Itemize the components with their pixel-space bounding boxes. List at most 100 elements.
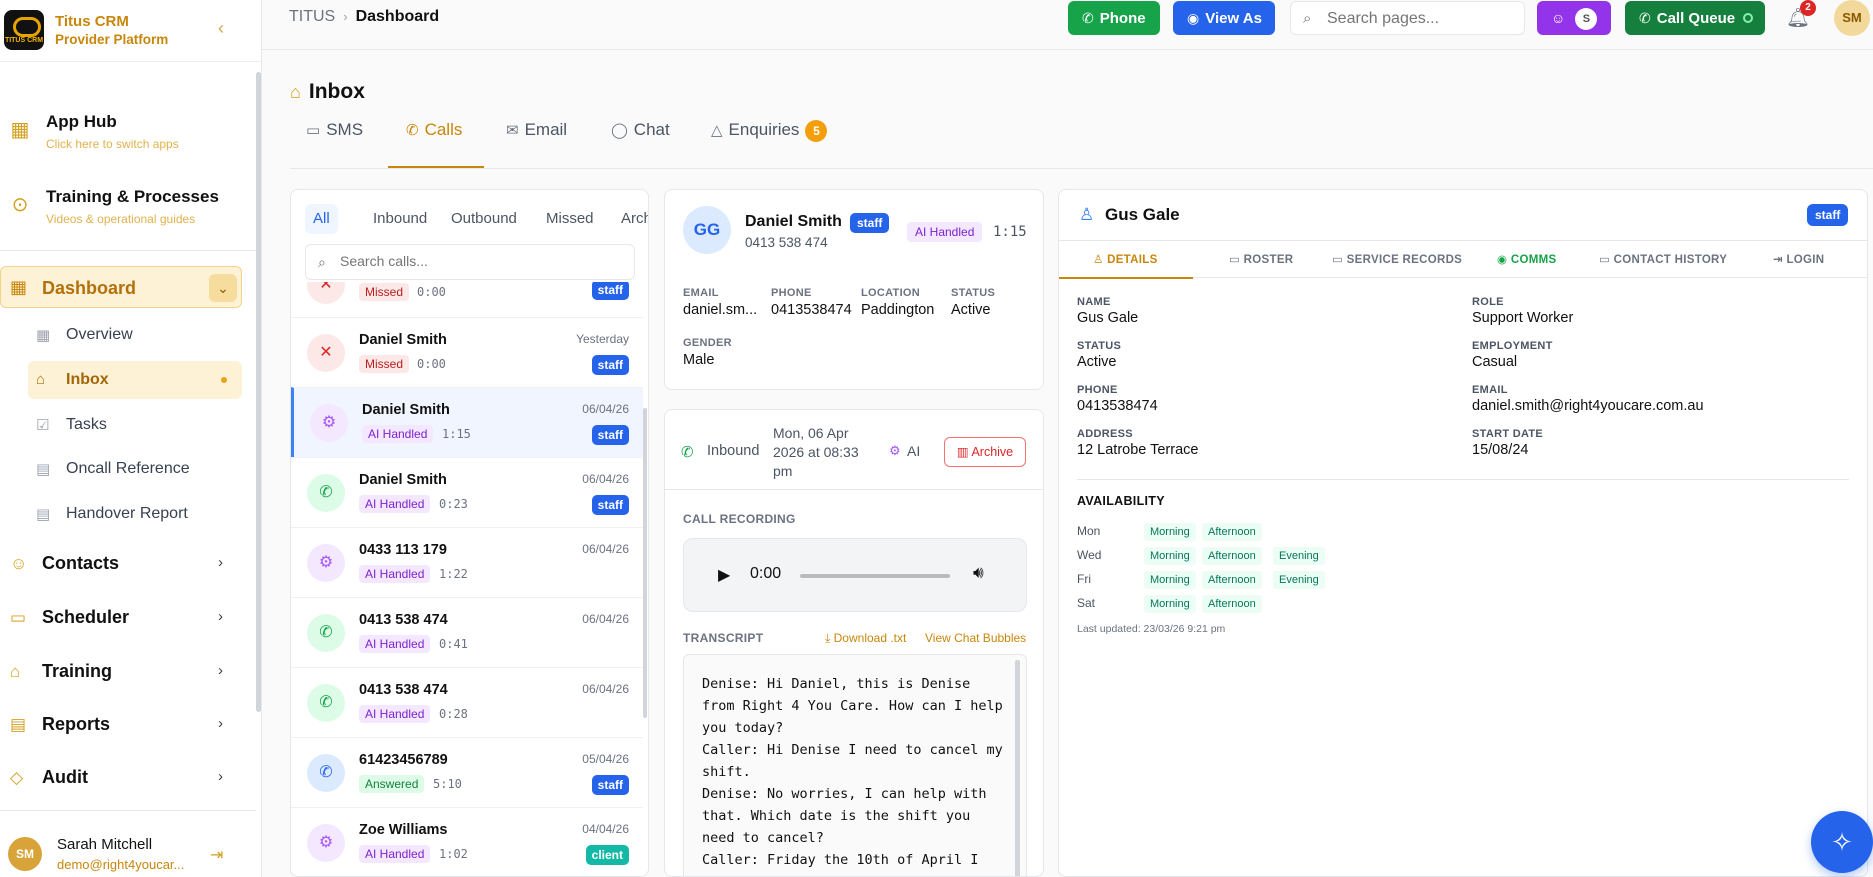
chevron-down-icon[interactable]: ⌄: [209, 274, 237, 302]
sidebar-item-overview[interactable]: ▦ Overview: [28, 316, 242, 354]
alert-icon: △: [711, 122, 723, 139]
transcript-box[interactable]: Denise: Hi Daniel, this is Denise from R…: [683, 654, 1027, 876]
app-hub-item[interactable]: ▦ App Hub Click here to switch apps: [8, 100, 253, 164]
incoming-call-icon: ✆: [307, 614, 345, 652]
graduation-cap-icon: ⌂: [10, 662, 21, 681]
download-txt-link[interactable]: ⤓ Download .txt: [825, 631, 906, 646]
table-row[interactable]: ✆ 0413 538 474 06/04/26 AI Handled 0:28: [291, 667, 643, 737]
chevron-right-icon: ›: [218, 608, 223, 625]
tab-comms[interactable]: ◉ COMMS: [1497, 241, 1556, 279]
user-icon: ♙: [1093, 254, 1108, 266]
caller-name: Daniel Smith: [362, 402, 450, 418]
bell-icon[interactable]: 🔔︎ 2: [1786, 0, 1816, 30]
table-row[interactable]: ✆ 61423456789 05/04/26 Answered 5:10 sta…: [291, 737, 643, 807]
call-duration: 0:00: [417, 285, 446, 299]
call-status: AI Handled: [359, 495, 431, 513]
caller-name: 0413 538 474: [359, 612, 448, 628]
phone-button-label: Phone: [1099, 10, 1146, 27]
call-duration: 0:28: [439, 707, 468, 721]
table-row[interactable]: ✆ Daniel Smith 06/04/26 AI Handled 0:23 …: [291, 457, 643, 527]
training-processes-item[interactable]: ⊙ Training & Processes Videos & operatio…: [8, 175, 253, 239]
audio-progress-bar[interactable]: [800, 574, 950, 578]
view-chat-bubbles-link[interactable]: View Chat Bubbles: [925, 631, 1026, 645]
call-queue-button[interactable]: ✆ Call Queue: [1625, 1, 1765, 35]
volume-icon[interactable]: 🔊︎: [973, 563, 984, 583]
tab-service-records[interactable]: ▭ SERVICE RECORDS: [1332, 241, 1462, 279]
team-switch-button[interactable]: ☺ S: [1537, 1, 1611, 35]
tab-label: ROSTER: [1243, 254, 1294, 266]
tab-email[interactable]: ✉ Email: [506, 120, 586, 168]
breadcrumb-root[interactable]: TITUS: [289, 8, 335, 25]
avatar: GG: [683, 206, 731, 254]
grid-icon: ▦: [10, 119, 30, 141]
sidebar-item-oncall-reference[interactable]: ▤ Oncall Reference: [28, 450, 242, 488]
sidebar-item-tasks[interactable]: ☑ Tasks: [28, 406, 242, 444]
filter-archived[interactable]: Archived: [613, 204, 648, 234]
call-date: 05/04/26: [582, 752, 629, 766]
sidebar-item-inbox[interactable]: ⌂ Inbox: [28, 361, 242, 399]
avatar[interactable]: SM: [1834, 0, 1870, 36]
tab-login[interactable]: ⇥ LOGIN: [1773, 241, 1824, 279]
archive-label: Archive: [971, 445, 1014, 459]
missed-call-icon: ✕: [307, 282, 345, 304]
tab-contact-history[interactable]: ▭ CONTACT HISTORY: [1599, 241, 1727, 279]
table-row[interactable]: ⚙ 0433 113 179 06/04/26 AI Handled 1:22: [291, 527, 643, 597]
outgoing-call-icon: ✆: [307, 754, 345, 792]
app-hub-subtitle: Click here to switch apps: [46, 137, 179, 151]
tab-details[interactable]: ♙ DETAILS: [1059, 241, 1193, 279]
call-duration: 5:10: [433, 777, 462, 791]
call-duration: 0:41: [439, 637, 468, 651]
filter-outbound[interactable]: Outbound: [443, 204, 525, 234]
play-icon[interactable]: ▶: [718, 565, 730, 585]
breadcrumb: TITUS › Dashboard: [289, 8, 439, 26]
sidebar-item-training[interactable]: ⌂ Training ›: [8, 652, 242, 692]
ai-assistant-button[interactable]: ✧: [1811, 811, 1873, 873]
sidebar: TITUS CRM Titus CRM Provider Platform ‹ …: [0, 0, 262, 877]
transcript-scrollbar[interactable]: [1015, 660, 1020, 876]
table-row[interactable]: ✕ Daniel Smith Yesterday Missed 0:00 sta…: [291, 317, 643, 387]
field-value: Gus Gale: [1077, 310, 1139, 326]
shield-icon: ◇: [10, 768, 24, 787]
robot-icon: ⚙: [307, 544, 345, 582]
sidebar-item-reports[interactable]: ▤ Reports ›: [8, 705, 242, 745]
nav-dashboard[interactable]: ▦ Dashboard ⌄: [0, 266, 242, 308]
sidebar-scrollbar[interactable]: [256, 72, 261, 712]
tab-roster[interactable]: ▭ ROSTER: [1229, 241, 1293, 279]
table-row[interactable]: ⚙ Zoe Williams 04/04/26 AI Handled 1:02 …: [291, 807, 643, 876]
sidebar-item-label: Oncall Reference: [66, 460, 190, 477]
training-processes-subtitle: Videos & operational guides: [46, 212, 196, 226]
tab-calls[interactable]: ✆ Calls: [388, 120, 484, 168]
folder-icon: ▭: [1332, 254, 1347, 266]
availability-slot: Afternoon: [1202, 571, 1262, 589]
sidebar-item-scheduler[interactable]: ▭ Scheduler ›: [8, 598, 242, 638]
archive-button[interactable]: ▥ Archive: [944, 437, 1026, 467]
field-label: EMAIL: [1472, 384, 1508, 396]
call-status: Missed: [359, 283, 410, 301]
collapse-sidebar-icon[interactable]: ‹: [218, 18, 224, 39]
search-calls-input[interactable]: [340, 253, 620, 269]
search-input[interactable]: [1327, 8, 1517, 30]
tabs-divider: [290, 168, 1873, 169]
filter-all[interactable]: All: [305, 204, 338, 234]
caller-name: Daniel Smith: [745, 213, 842, 230]
table-row[interactable]: ✆ 0413 538 474 06/04/26 AI Handled 0:41: [291, 597, 643, 667]
avatar[interactable]: SM: [8, 837, 42, 871]
phone-button[interactable]: ✆ Phone: [1068, 1, 1160, 35]
field-label: ROLE: [1472, 296, 1504, 308]
tab-chat[interactable]: ◯ Chat: [611, 120, 691, 168]
view-as-button[interactable]: ◉ View As: [1173, 1, 1275, 35]
sidebar-item-contacts[interactable]: ☺ Contacts ›: [8, 544, 242, 584]
table-row[interactable]: ⚙ Daniel Smith 06/04/26 AI Handled 1:15 …: [291, 387, 643, 457]
page-search: ⌕: [1290, 1, 1525, 35]
tab-sms[interactable]: ▭ SMS: [306, 120, 386, 168]
filter-missed[interactable]: Missed: [538, 204, 602, 234]
list-scrollbar[interactable]: [643, 408, 647, 718]
sidebar-item-audit[interactable]: ◇ Audit ›: [8, 758, 242, 798]
logout-icon[interactable]: ⇥: [210, 845, 223, 865]
sidebar-item-handover-report[interactable]: ▤ Handover Report: [28, 495, 242, 533]
call-duration: 0:00: [417, 357, 446, 371]
employment-field: EMPLOYMENT Casual: [1472, 340, 1553, 370]
table-row[interactable]: ✕ Missed 0:00 staff: [291, 282, 643, 306]
filter-inbound[interactable]: Inbound: [365, 204, 435, 234]
tab-enquiries[interactable]: △ Enquiries 5: [711, 120, 841, 168]
